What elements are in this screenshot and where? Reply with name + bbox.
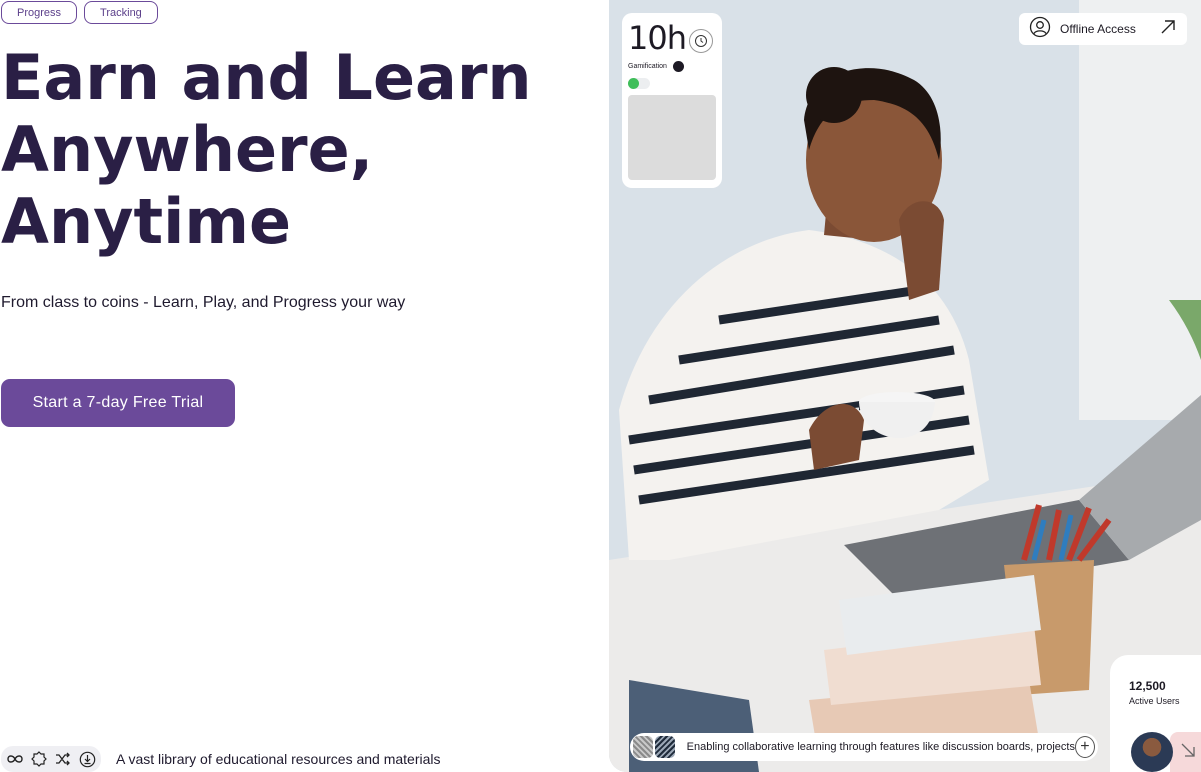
user-circle-icon [1029,16,1051,43]
stat-label-row: Gamification [628,61,716,72]
tag-progress[interactable]: Progress [1,1,78,24]
active-users-count: 12,500 [1129,679,1166,693]
clock-icon [689,29,713,53]
stat-label: Gamification [628,63,667,70]
feature-icon-group [1,746,101,772]
stat-placeholder [628,95,716,180]
stat-card: 10h Gamification [622,13,722,188]
shuffle-icon[interactable] [51,747,75,771]
download-icon[interactable] [75,747,99,771]
feature-description: A vast library of educational resources … [116,751,441,767]
hero-subtitle: From class to coins - Learn, Play, and P… [1,294,406,311]
badge-icon[interactable] [27,747,51,771]
start-trial-button[interactable]: Start a 7-day Free Trial [1,379,235,427]
infinity-icon[interactable] [3,747,27,771]
plus-icon[interactable]: + [1074,736,1095,758]
arrow-up-right-icon [1159,18,1177,41]
arrow-down-right-icon[interactable] [1180,742,1196,763]
feature-strip: A vast library of educational resources … [1,746,441,772]
active-users-label: Active Users [1129,696,1180,706]
offline-access-label: Offline Access [1060,22,1136,36]
hero-title: Earn and Learn Anywhere, Anytime [1,41,532,258]
avatar [1131,732,1173,772]
verified-badge-icon [672,61,684,72]
offline-access-button[interactable]: Offline Access [1019,13,1187,45]
thumbnail-image [654,736,675,758]
thumbnail-image [633,736,653,758]
tag-tracking[interactable]: Tracking [84,1,158,24]
gamification-toggle[interactable] [628,78,650,89]
collaboration-text: Enabling collaborative learning through … [686,741,1075,753]
tag-list: Progress Tracking [1,1,158,24]
collaboration-pill: Enabling collaborative learning through … [630,733,1098,761]
toggle-knob [628,78,639,89]
